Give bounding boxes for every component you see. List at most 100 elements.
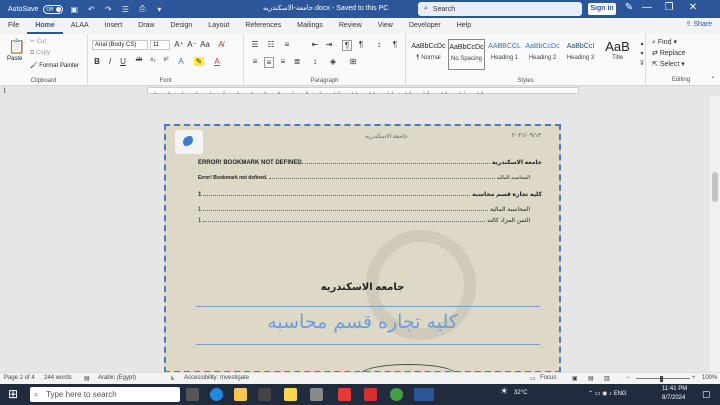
store-icon[interactable] [258, 388, 271, 401]
document-page[interactable]: جامعة الاسكندريه ٢٠٢١/٠٩/١٣ ERROR! BOOKM… [164, 124, 561, 384]
select-button[interactable]: ⇱ Select ▾ [652, 60, 685, 68]
text-effects-icon[interactable]: A [176, 57, 186, 66]
bold-button[interactable]: B [92, 57, 102, 66]
task-view-icon[interactable] [186, 388, 199, 401]
pen-icon[interactable]: ✎ [622, 2, 636, 13]
chrome-icon[interactable] [390, 388, 403, 401]
font-color-icon[interactable]: A [212, 57, 222, 66]
focus-button[interactable]: Focus [540, 375, 556, 381]
align-center-icon[interactable]: ≡ [264, 57, 274, 68]
styles-scroll-up-icon[interactable]: ▴ [637, 40, 647, 47]
undo-icon[interactable]: ↶ [85, 5, 97, 14]
tab-design[interactable]: Design [163, 18, 201, 34]
zoom-slider[interactable] [636, 378, 690, 379]
format-painter-button[interactable]: 🖌 Format Painter [30, 62, 79, 69]
change-case-icon[interactable]: Aa [200, 40, 210, 49]
restore-button[interactable]: ❐ [662, 2, 676, 13]
proofing-icon[interactable]: ▤ [84, 375, 90, 382]
tab-developer[interactable]: Developer [401, 18, 449, 34]
clock-time[interactable]: 11:41 PM [662, 386, 687, 392]
word-icon[interactable] [414, 388, 434, 401]
zoom-level[interactable]: 100% [702, 375, 717, 381]
paste-button[interactable]: Paste [7, 56, 22, 62]
scrollbar-thumb[interactable] [712, 172, 718, 202]
search-box[interactable]: ⌕ Search [418, 2, 582, 16]
shading-icon[interactable]: ◈ [328, 57, 338, 66]
ltr-icon[interactable]: ¶ [356, 40, 366, 49]
style-no-spacing[interactable]: AaBbCcDc No Spacing [448, 39, 485, 70]
tab-layout[interactable]: Layout [200, 18, 237, 34]
align-left-icon[interactable]: ≡ [250, 57, 260, 66]
increase-indent-icon[interactable]: ⇥ [324, 40, 334, 49]
redo-icon[interactable]: ↷ [102, 5, 114, 14]
clock-date[interactable]: 8/7/2024 [662, 395, 685, 401]
toc-entry[interactable]: 1 كليه تجاره قسم محاسبه [198, 191, 542, 198]
font-size-select[interactable]: 11 [150, 40, 170, 50]
print-icon[interactable]: ⎙ [136, 4, 148, 14]
vertical-scrollbar[interactable] [710, 96, 720, 372]
page-count[interactable]: Page 2 of 4 [4, 375, 35, 381]
font-name-select[interactable]: Arial (Body CS) [92, 40, 148, 50]
zoom-slider-handle[interactable] [660, 376, 663, 382]
weather-temp[interactable]: 32°C [514, 390, 527, 396]
toc-entry[interactable]: 1 المحاسبة المالية [198, 206, 542, 213]
tab-view[interactable]: View [370, 18, 401, 34]
show-marks-icon[interactable]: ¶ [390, 40, 400, 49]
styles-scroll-down-icon[interactable]: ▾ [637, 50, 647, 57]
tab-mailings[interactable]: Mailings [289, 18, 331, 34]
toc-entry[interactable]: ERROR! BOOKMARK NOT DEFINED. جامعه الاسكن… [198, 159, 542, 166]
styles-more-icon[interactable]: ⊽ [637, 60, 647, 67]
shrink-font-icon[interactable]: A⁻ [187, 40, 197, 49]
tab-references[interactable]: References [237, 18, 289, 34]
tab-file[interactable]: File [0, 18, 27, 34]
decrease-indent-icon[interactable]: ⇤ [310, 40, 320, 49]
office-icon[interactable] [364, 388, 377, 401]
zoom-out-icon[interactable]: − [626, 375, 630, 381]
copy-button[interactable]: ⧉ Copy [30, 50, 50, 57]
paste-icon[interactable]: 📋 [8, 38, 25, 55]
collapse-ribbon-icon[interactable]: ⌃ [708, 76, 718, 83]
save-icon[interactable]: ▣ [68, 5, 80, 14]
close-button[interactable]: ✕ [686, 2, 700, 13]
borders-icon[interactable]: ⊞ [348, 57, 358, 66]
tray-icons[interactable]: ⌃ ▭ ◉ ♪ ENG [588, 390, 627, 397]
multilevel-list-icon[interactable]: ≡ [282, 40, 292, 49]
subscript-button[interactable]: x₂ [148, 57, 158, 63]
quick-access-icon[interactable]: ☰ [119, 5, 131, 14]
style-title[interactable]: AaB Title [599, 39, 636, 70]
grow-font-icon[interactable]: A⁺ [174, 40, 184, 49]
file-explorer-icon[interactable] [234, 388, 247, 401]
minimize-button[interactable]: — [640, 2, 654, 13]
zoom-in-icon[interactable]: + [692, 375, 696, 381]
folder-icon[interactable] [284, 388, 297, 401]
web-layout-icon[interactable]: ▥ [604, 375, 610, 382]
customize-qat-icon[interactable]: ▾ [153, 5, 165, 14]
superscript-button[interactable]: x² [161, 57, 171, 63]
word-count[interactable]: 244 words [44, 375, 72, 381]
numbering-icon[interactable]: ☷ [266, 40, 276, 49]
strikethrough-button[interactable]: ab [134, 57, 144, 63]
edge-icon[interactable] [210, 388, 223, 401]
find-button[interactable]: ⌕ Find ▾ [652, 38, 677, 47]
read-mode-icon[interactable]: ▣ [572, 375, 578, 382]
toc-entry[interactable]: Error! Bookmark not defined. المحاسبه الم… [198, 175, 542, 181]
taskbar-search[interactable]: ⌕ Type here to search [30, 387, 180, 402]
italic-button[interactable]: I [105, 57, 115, 66]
tab-insert[interactable]: Insert [97, 18, 131, 34]
underline-button[interactable]: U [118, 57, 128, 66]
line-spacing-icon[interactable]: ↕ [310, 57, 320, 66]
tab-help[interactable]: Help [449, 18, 479, 34]
style-heading-3[interactable]: AaBbCcI Heading 3 [562, 39, 599, 70]
bullets-icon[interactable]: ☰ [250, 40, 260, 49]
toc-entry[interactable]: 1 الثمن المزاد كالنه [198, 217, 542, 224]
pdf-icon[interactable] [338, 388, 351, 401]
horizontal-ruler[interactable]: 1 · 2 · 1 · 2 · 1 · 2 · 3 · 4 · 5 · 6 · … [147, 87, 579, 95]
style-normal[interactable]: AaBbCcDc ¶ Normal [410, 39, 447, 70]
accessibility-status[interactable]: Accessibility: Investigate [184, 375, 249, 381]
justify-icon[interactable]: ≣ [292, 57, 302, 66]
tab-alaa[interactable]: ALAA [63, 18, 97, 34]
tab-selector-icon[interactable]: ⌊ [4, 87, 6, 94]
vertical-ruler[interactable] [0, 96, 10, 372]
app-icon[interactable] [310, 388, 323, 401]
sort-icon[interactable]: ↕ [374, 40, 384, 49]
